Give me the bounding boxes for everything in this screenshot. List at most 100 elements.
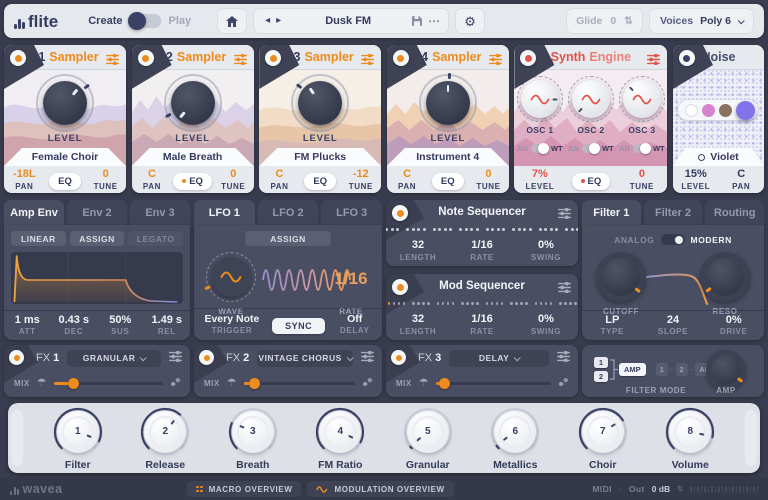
sustain-value[interactable]: 50% bbox=[97, 315, 144, 326]
seq-step[interactable] bbox=[452, 302, 455, 305]
linear-button[interactable]: LINEAR bbox=[11, 231, 66, 246]
seq-step[interactable] bbox=[386, 228, 388, 231]
seq-step-group[interactable] bbox=[406, 228, 426, 231]
seq-step[interactable] bbox=[515, 302, 518, 305]
create-play-toggle[interactable]: Create Play bbox=[88, 14, 191, 28]
drive-value[interactable]: 0% bbox=[703, 315, 764, 326]
seq-step[interactable] bbox=[449, 228, 452, 231]
reso-knob[interactable] bbox=[700, 252, 750, 302]
macro-breath[interactable]: 3 Breath bbox=[227, 406, 279, 471]
eq-button[interactable]: EQ bbox=[304, 173, 336, 190]
tab-lfo-1[interactable]: LFO 1 bbox=[194, 200, 255, 225]
filter-type-value[interactable]: LP bbox=[582, 315, 643, 326]
seq-step[interactable] bbox=[412, 228, 415, 231]
seq-step[interactable] bbox=[388, 302, 391, 305]
osc2-an-wt-toggle[interactable]: ANWT bbox=[568, 144, 614, 153]
slider-thumb[interactable] bbox=[249, 378, 260, 389]
slider-thumb[interactable] bbox=[439, 378, 450, 389]
seq-step[interactable] bbox=[417, 228, 420, 231]
channel-power-button[interactable] bbox=[138, 50, 154, 66]
fx2-effect-select[interactable]: VINTAGE CHORUS bbox=[257, 350, 353, 367]
seq-step[interactable] bbox=[461, 302, 464, 305]
eq-button[interactable]: EQ bbox=[432, 173, 464, 190]
home-button[interactable] bbox=[217, 8, 247, 34]
macro-page-left[interactable] bbox=[11, 410, 23, 466]
voices-control[interactable]: Voices Poly 6 bbox=[649, 8, 754, 34]
channel-power-button[interactable] bbox=[393, 50, 409, 66]
seq-step-group[interactable] bbox=[486, 228, 506, 231]
noise-swatch-pink[interactable] bbox=[702, 104, 715, 117]
seq-step[interactable] bbox=[442, 302, 445, 305]
sequencer-settings-icon[interactable] bbox=[558, 280, 571, 298]
note-step-display[interactable] bbox=[386, 228, 578, 231]
seq-step[interactable] bbox=[576, 228, 578, 231]
seq-step-group[interactable] bbox=[535, 302, 553, 305]
noise-type[interactable]: Violet bbox=[673, 148, 764, 166]
tune-value[interactable]: 0 bbox=[213, 169, 254, 180]
swing-value[interactable]: 0% bbox=[514, 240, 578, 251]
save-icon[interactable] bbox=[412, 16, 422, 26]
voices-value[interactable]: Poly 6 bbox=[700, 15, 731, 27]
preset-name[interactable]: Dusk FM bbox=[284, 15, 412, 27]
parallel-amp-box[interactable]: AMP bbox=[619, 363, 646, 376]
macro-volume[interactable]: 8 Volume bbox=[664, 406, 716, 471]
delay-value[interactable]: Off bbox=[327, 314, 382, 325]
eq-button[interactable]: EQ bbox=[572, 173, 611, 190]
swing-value[interactable]: 0% bbox=[514, 314, 578, 325]
cutoff-knob[interactable] bbox=[596, 252, 646, 302]
assign-button[interactable]: ASSIGN bbox=[70, 231, 125, 246]
channel-settings-icon[interactable] bbox=[234, 52, 247, 70]
fx-settings-icon[interactable] bbox=[557, 349, 570, 367]
synth-level-value[interactable]: 7% bbox=[514, 169, 565, 180]
attack-value[interactable]: 1 ms bbox=[4, 315, 51, 326]
lfo-wave-knob[interactable] bbox=[206, 252, 256, 302]
seq-step[interactable] bbox=[491, 228, 494, 231]
seq-step[interactable] bbox=[574, 302, 577, 305]
stepper-icon[interactable]: ⇅ bbox=[677, 485, 683, 493]
settings-button[interactable]: ⚙ bbox=[455, 8, 485, 34]
seq-step[interactable] bbox=[525, 302, 528, 305]
seq-step[interactable] bbox=[398, 302, 401, 305]
noise-swatch-violet[interactable] bbox=[736, 101, 755, 120]
fx1-effect-select[interactable]: GRANULAR bbox=[67, 350, 161, 367]
tab-env-2[interactable]: Env 2 bbox=[67, 200, 127, 225]
rate-value[interactable]: 1/16 bbox=[450, 314, 514, 325]
pan-value[interactable]: -18L bbox=[4, 169, 45, 180]
channel-settings-icon[interactable] bbox=[647, 52, 660, 70]
legato-button[interactable]: LEGATO bbox=[128, 231, 183, 246]
channel-power-button[interactable] bbox=[10, 50, 26, 66]
length-value[interactable]: 32 bbox=[386, 240, 450, 251]
sync-button[interactable]: SYNC bbox=[272, 318, 325, 334]
sample-name[interactable]: Female Choir bbox=[4, 148, 126, 166]
macro-release[interactable]: 2 Release bbox=[139, 406, 191, 471]
fx2-mix-slider[interactable] bbox=[244, 382, 355, 385]
seq-step[interactable] bbox=[476, 228, 479, 231]
channel-settings-icon[interactable] bbox=[106, 52, 119, 70]
next-preset-button[interactable]: ▸ bbox=[273, 16, 284, 26]
seq-step[interactable] bbox=[423, 228, 426, 231]
osc1-an-wt-toggle[interactable]: ANWT bbox=[517, 144, 563, 153]
osc3-an-wt-toggle[interactable]: ANWT bbox=[619, 144, 665, 153]
seq-step[interactable] bbox=[437, 302, 440, 305]
analog-modern-toggle[interactable] bbox=[661, 234, 685, 245]
rate-value[interactable]: 1/16 bbox=[450, 240, 514, 251]
slider-thumb[interactable] bbox=[68, 378, 79, 389]
seq-step[interactable] bbox=[417, 302, 420, 305]
fx1-mix-slider[interactable] bbox=[54, 382, 163, 385]
tab-lfo-2[interactable]: LFO 2 bbox=[258, 200, 319, 225]
length-value[interactable]: 32 bbox=[386, 314, 450, 325]
seq-step[interactable] bbox=[438, 228, 441, 231]
tab-filter-1[interactable]: Filter 1 bbox=[582, 200, 641, 225]
tune-value[interactable]: -12 bbox=[341, 169, 382, 180]
seq-step[interactable] bbox=[412, 302, 415, 305]
level-knob[interactable] bbox=[36, 74, 94, 132]
seq-step[interactable] bbox=[564, 302, 567, 305]
seq-step[interactable] bbox=[393, 302, 396, 305]
noise-swatch-brown[interactable] bbox=[719, 104, 732, 117]
decay-value[interactable]: 0.43 s bbox=[51, 315, 98, 326]
lfo-assign-button[interactable]: ASSIGN bbox=[245, 231, 331, 246]
pan-value[interactable]: C bbox=[132, 169, 173, 180]
noise-pan-value[interactable]: C bbox=[718, 169, 764, 180]
seq-step[interactable] bbox=[497, 228, 500, 231]
seq-step[interactable] bbox=[569, 302, 572, 305]
